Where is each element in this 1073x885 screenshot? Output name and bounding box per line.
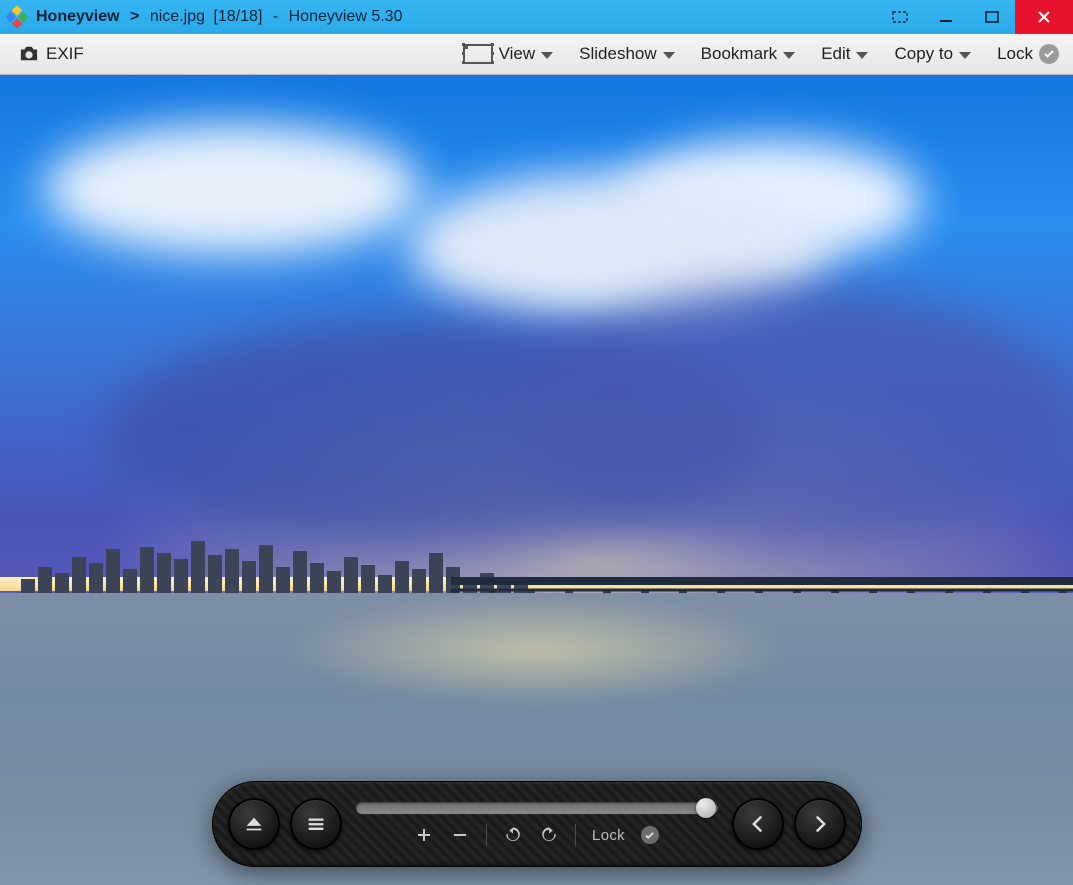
app-icon [6, 6, 28, 28]
zoom-in-button[interactable] [414, 825, 434, 845]
eject-icon [243, 813, 265, 835]
plus-icon [416, 827, 432, 843]
toolbar: EXIF View Slideshow Bookmark Edit Copy t… [0, 34, 1073, 75]
chevron-down-icon [783, 52, 795, 59]
view-menu[interactable]: View [463, 44, 554, 64]
minimize-button[interactable] [923, 0, 969, 34]
maximize-icon [985, 11, 999, 23]
fit-screen-icon [463, 44, 493, 64]
app-window: Honeyview > nice.jpg [18/18] - Honeyview… [0, 0, 1073, 885]
titlebar[interactable]: Honeyview > nice.jpg [18/18] - Honeyview… [0, 0, 1073, 34]
control-bar: Lock [212, 781, 862, 867]
edit-menu-label: Edit [821, 44, 850, 64]
exif-label: EXIF [46, 44, 84, 64]
title-app-full: Honeyview 5.30 [289, 8, 403, 25]
chevron-down-icon [856, 52, 868, 59]
bookmark-menu-label: Bookmark [701, 44, 778, 64]
title-file: nice.jpg [150, 8, 205, 25]
close-icon [1036, 9, 1052, 25]
slideshow-menu-label: Slideshow [579, 44, 657, 64]
title-sep: > [130, 8, 139, 25]
image-viewport[interactable]: Lock [0, 75, 1073, 885]
slideshow-menu[interactable]: Slideshow [579, 44, 675, 64]
camera-icon [18, 45, 40, 63]
exif-button[interactable]: EXIF [18, 44, 84, 64]
chevron-right-icon [810, 814, 830, 834]
slider-thumb[interactable] [696, 798, 716, 818]
list-icon [305, 813, 327, 835]
rotate-cw-button[interactable] [539, 825, 559, 845]
zoom-slider[interactable] [356, 802, 718, 814]
copy-to-menu-label: Copy to [894, 44, 953, 64]
list-button[interactable] [290, 798, 342, 850]
chevron-left-icon [748, 814, 768, 834]
rotate-cw-icon [540, 826, 558, 844]
ctrl-lock-toggle[interactable] [641, 826, 659, 844]
window-buttons [877, 0, 1073, 34]
view-menu-label: View [499, 44, 536, 64]
check-circle-icon [1039, 44, 1059, 64]
rotate-ccw-icon [504, 826, 522, 844]
lock-menu[interactable]: Lock [997, 44, 1059, 64]
prev-button[interactable] [732, 798, 784, 850]
divider [486, 824, 487, 846]
rotate-ccw-button[interactable] [503, 825, 523, 845]
bookmark-menu[interactable]: Bookmark [701, 44, 796, 64]
divider [575, 824, 576, 846]
fullscreen-button[interactable] [877, 0, 923, 34]
chevron-down-icon [541, 52, 553, 59]
maximize-button[interactable] [969, 0, 1015, 34]
chevron-down-icon [959, 52, 971, 59]
minimize-icon [938, 9, 954, 25]
check-circle-icon [644, 830, 655, 841]
ctrl-lock-label: Lock [592, 827, 625, 844]
chevron-down-icon [663, 52, 675, 59]
title-dash: - [273, 8, 278, 25]
lock-menu-label: Lock [997, 44, 1033, 64]
close-button[interactable] [1015, 0, 1073, 34]
zoom-out-button[interactable] [450, 825, 470, 845]
title-app: Honeyview [36, 8, 120, 25]
edit-menu[interactable]: Edit [821, 44, 868, 64]
title-counter: [18/18] [213, 8, 262, 25]
eject-button[interactable] [228, 798, 280, 850]
fullscreen-icon [892, 11, 908, 23]
copy-to-menu[interactable]: Copy to [894, 44, 971, 64]
next-button[interactable] [794, 798, 846, 850]
window-title: Honeyview > nice.jpg [18/18] - Honeyview… [36, 8, 402, 26]
minus-icon [452, 827, 468, 843]
